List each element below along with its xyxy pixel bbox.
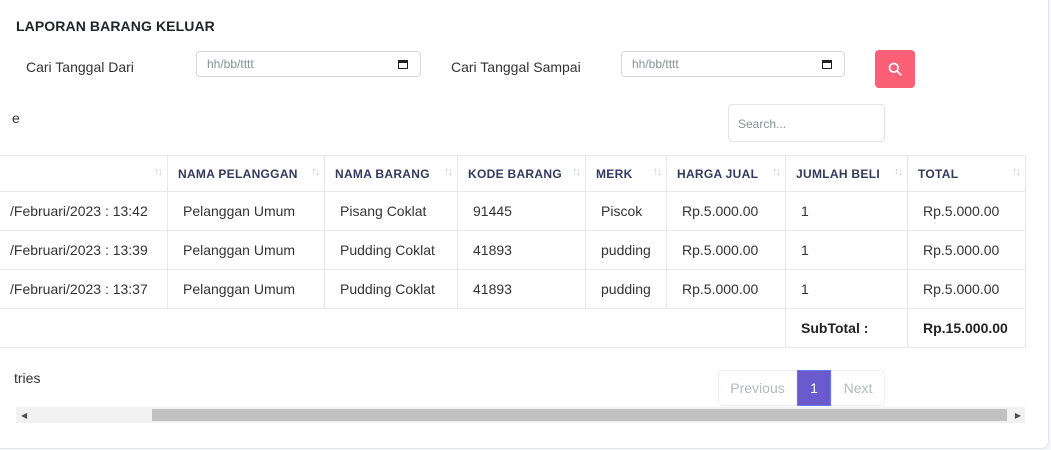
cell-brand: Piscok <box>585 191 667 231</box>
sort-icon: ↑↓ <box>444 166 453 178</box>
cell-price: Rp.5.000.00 <box>666 269 786 309</box>
cell-customer: Pelanggan Umum <box>167 230 325 270</box>
subtotal-spacer <box>0 308 786 348</box>
subtotal-row: SubTotal : Rp.15.000.00 <box>0 308 1026 348</box>
sort-icon: ↑↓ <box>311 166 320 178</box>
sort-icon: ↑↓ <box>894 166 903 178</box>
table-row: /Februari/2023 : 13:37 Pelanggan Umum Pu… <box>0 269 1026 309</box>
cell-customer: Pelanggan Umum <box>167 191 325 231</box>
sort-icon: ↑↓ <box>1012 166 1021 178</box>
table-header-row: ↑↓ NAMA PELANGGAN ↑↓ NAMA BARANG ↑↓ KODE B… <box>0 155 1026 192</box>
date-from-label: Cari Tanggal Dari <box>26 59 134 75</box>
pagination-page-1[interactable]: 1 <box>797 370 831 406</box>
table-info: tries <box>14 370 41 386</box>
cell-quantity: 1 <box>785 269 908 309</box>
cell-item-code: 41893 <box>457 269 586 309</box>
cell-total: Rp.5.000.00 <box>907 269 1026 309</box>
column-header-nama-pelanggan[interactable]: NAMA PELANGGAN ↑↓ <box>167 155 325 192</box>
sort-icon: ↑↓ <box>653 166 662 178</box>
sort-icon: ↑↓ <box>772 166 781 178</box>
cell-item-code: 41893 <box>457 230 586 270</box>
calendar-icon[interactable] <box>822 59 832 69</box>
table-search-placeholder: Search... <box>738 117 787 131</box>
cell-brand: pudding <box>585 269 667 309</box>
search-icon <box>888 62 902 76</box>
pagination-next-button[interactable]: Next <box>831 370 885 406</box>
cell-item-name: Pisang Coklat <box>324 191 458 231</box>
cell-date: /Februari/2023 : 13:37 <box>0 269 168 309</box>
sort-icon: ↑↓ <box>154 166 163 178</box>
page-title: LAPORAN BARANG KELUAR <box>16 18 215 34</box>
date-to-placeholder: hh/bb/tttt <box>632 57 679 71</box>
horizontal-scrollbar[interactable]: ◀ ▶ <box>16 407 1025 423</box>
report-card: LAPORAN BARANG KELUAR Cari Tanggal Dari … <box>0 0 1049 449</box>
column-header-jumlah-beli[interactable]: JUMLAH BELI ↑↓ <box>785 155 908 192</box>
cell-quantity: 1 <box>785 191 908 231</box>
column-header-merk[interactable]: MERK ↑↓ <box>585 155 667 192</box>
column-header-total[interactable]: TOTAL ↑↓ <box>907 155 1026 192</box>
subtotal-label: SubTotal : <box>785 308 908 348</box>
cell-date: /Februari/2023 : 13:39 <box>0 230 168 270</box>
cell-total: Rp.5.000.00 <box>907 191 1026 231</box>
cell-total: Rp.5.000.00 <box>907 230 1026 270</box>
cell-item-code: 91445 <box>457 191 586 231</box>
cell-item-name: Pudding Coklat <box>324 230 458 270</box>
date-from-placeholder: hh/bb/tttt <box>207 57 254 71</box>
pagination: Previous 1 Next <box>718 370 885 406</box>
cell-customer: Pelanggan Umum <box>167 269 325 309</box>
cell-price: Rp.5.000.00 <box>666 230 786 270</box>
table-search-input[interactable]: Search... <box>728 104 885 142</box>
subtotal-value: Rp.15.000.00 <box>907 308 1026 348</box>
date-to-input[interactable]: hh/bb/tttt <box>621 51 845 77</box>
filter-search-button[interactable] <box>875 50 915 88</box>
sort-icon: ↑↓ <box>572 166 581 178</box>
column-header-nama-barang[interactable]: NAMA BARANG ↑↓ <box>324 155 458 192</box>
scrollbar-thumb[interactable] <box>152 409 1007 421</box>
cell-price: Rp.5.000.00 <box>666 191 786 231</box>
date-to-label: Cari Tanggal Sampai <box>451 59 581 75</box>
scroll-left-icon[interactable]: ◀ <box>21 411 27 420</box>
scroll-right-icon[interactable]: ▶ <box>1015 411 1021 420</box>
calendar-icon[interactable] <box>398 59 408 69</box>
report-table: ↑↓ NAMA PELANGGAN ↑↓ NAMA BARANG ↑↓ KODE B… <box>0 155 1026 348</box>
column-header-harga-jual[interactable]: HARGA JUAL ↑↓ <box>666 155 786 192</box>
pagination-previous-button[interactable]: Previous <box>718 370 797 406</box>
cell-date: /Februari/2023 : 13:42 <box>0 191 168 231</box>
cell-item-name: Pudding Coklat <box>324 269 458 309</box>
cell-quantity: 1 <box>785 230 908 270</box>
table-row: /Februari/2023 : 13:39 Pelanggan Umum Pu… <box>0 230 1026 270</box>
date-from-input[interactable]: hh/bb/tttt <box>196 51 421 77</box>
entries-length-label: e <box>12 110 20 126</box>
table-row: /Februari/2023 : 13:42 Pelanggan Umum Pi… <box>0 191 1026 231</box>
cell-brand: pudding <box>585 230 667 270</box>
column-header-date[interactable]: ↑↓ <box>0 155 168 192</box>
column-header-kode-barang[interactable]: KODE BARANG ↑↓ <box>457 155 586 192</box>
